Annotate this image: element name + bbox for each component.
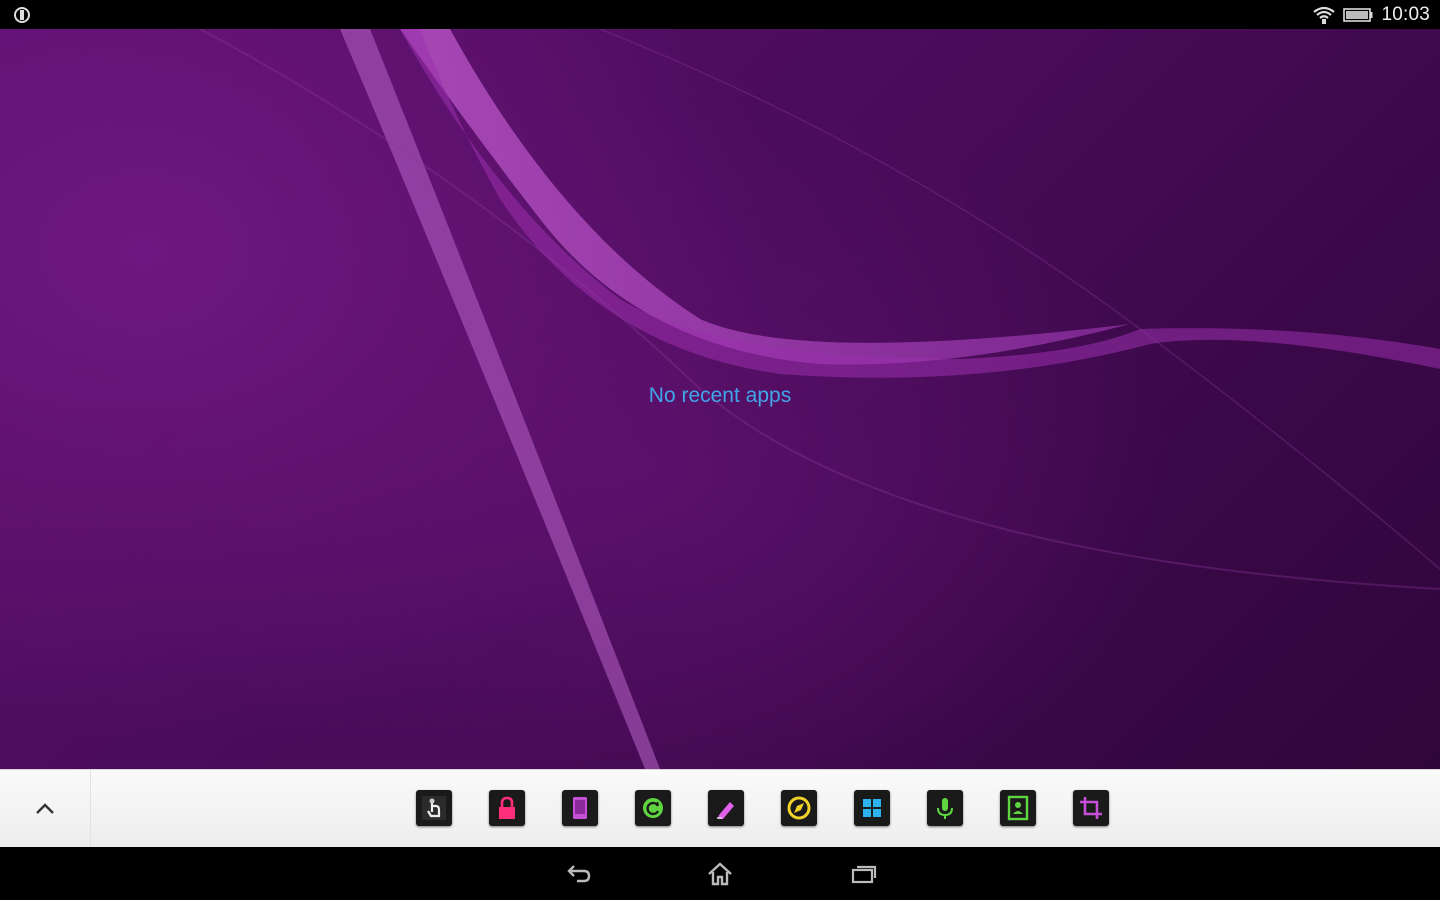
small-apps-dock bbox=[0, 769, 1440, 848]
recents-icon bbox=[851, 865, 877, 884]
lock-icon bbox=[499, 796, 515, 819]
contact-card-icon bbox=[1007, 795, 1029, 821]
dock-app-refresh[interactable] bbox=[635, 790, 671, 826]
phone-icon bbox=[573, 797, 587, 819]
no-recent-apps-message: No recent apps bbox=[648, 384, 792, 407]
refresh-icon bbox=[643, 798, 663, 818]
dock-app-screenshot[interactable] bbox=[1073, 790, 1109, 826]
battery-icon bbox=[1343, 7, 1373, 22]
dock-app-compass[interactable] bbox=[781, 790, 817, 826]
dock-app-microphone[interactable] bbox=[927, 790, 963, 826]
notification-app-icon bbox=[14, 7, 30, 23]
dock-app-contacts[interactable] bbox=[1000, 790, 1036, 826]
chevron-up-icon bbox=[36, 803, 54, 814]
screenshot-crop-icon bbox=[1080, 797, 1102, 819]
dock-app-grid[interactable] bbox=[854, 790, 890, 826]
dock-app-list bbox=[416, 790, 1109, 826]
compass-icon bbox=[787, 796, 811, 820]
grid-icon bbox=[863, 799, 881, 817]
back-icon bbox=[567, 865, 591, 883]
recent-apps-area: No recent apps bbox=[0, 29, 1440, 769]
status-bar: 10:03 bbox=[0, 0, 1440, 29]
wifi-icon bbox=[1313, 6, 1336, 24]
touch-hand-icon bbox=[422, 796, 446, 820]
microphone-icon bbox=[937, 798, 953, 819]
home-button[interactable] bbox=[690, 857, 750, 891]
dock-app-touch[interactable] bbox=[416, 790, 452, 826]
dock-app-lock[interactable] bbox=[489, 790, 525, 826]
back-button[interactable] bbox=[548, 857, 608, 891]
recents-button[interactable] bbox=[834, 857, 894, 891]
dock-app-phone[interactable] bbox=[562, 790, 598, 826]
edit-icon bbox=[717, 802, 734, 819]
status-icons: 10:03 bbox=[1313, 0, 1430, 29]
status-time: 10:03 bbox=[1381, 3, 1430, 25]
expand-dock-button[interactable] bbox=[0, 770, 91, 848]
dock-app-edit[interactable] bbox=[708, 790, 744, 826]
home-icon bbox=[708, 862, 732, 886]
navigation-bar bbox=[0, 847, 1440, 900]
